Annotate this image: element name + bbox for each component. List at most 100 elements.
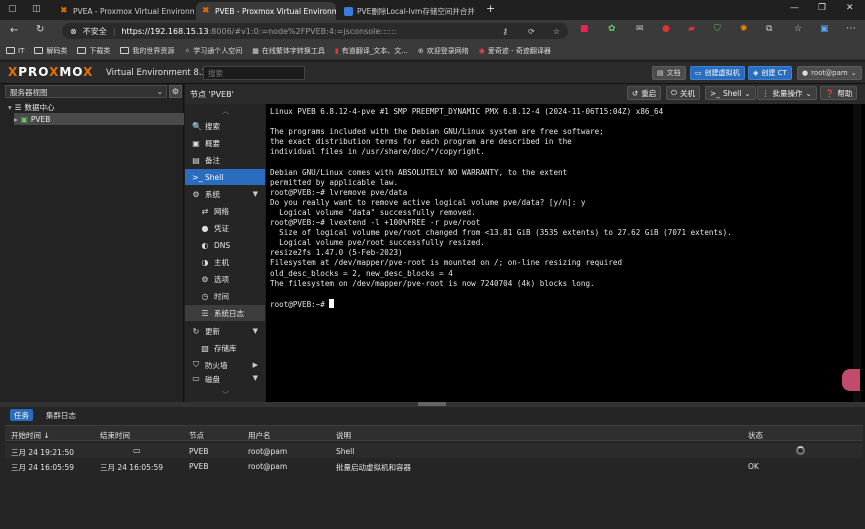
address-bar[interactable]: ⊗ 不安全 | https://192.168.15.13:8006/#v1:0… [62,23,568,39]
certificate-icon: ● [201,223,209,233]
create-vm-label: 创建虚拟机 [704,69,740,77]
collections-icon[interactable]: ▣ [820,24,829,34]
security-warning[interactable]: 不安全 [83,26,107,37]
loading-spinner-icon [796,446,805,455]
restore-button[interactable]: ❐ [818,3,826,13]
new-tab-button[interactable]: + [486,2,495,15]
reload-icon[interactable]: ↻ [36,24,44,35]
bookmark-folder[interactable]: 下载类 [77,46,110,56]
tree-item-datacenter[interactable]: ▾ ☰ 数据中心 [8,101,184,113]
menu-item-firewall[interactable]: ⛉ 防火墙 ▶ [185,357,265,373]
menu-label: 网络 [214,206,229,216]
menu-item-updates[interactable]: ↻ 更新 ▼ [185,323,265,339]
task-start: 三月 24 19:21:50 [11,448,74,457]
key-icon[interactable]: ⚷ [502,27,508,36]
scroll-up-icon[interactable]: ︿ [222,106,229,116]
menu-item-disks[interactable]: ▭ 磁盘 ▼ [185,374,265,384]
terminal-icon: >_ [710,88,721,98]
bookmark-link[interactable]: ▦ 在线繁体字转换工具 [252,46,325,56]
list-icon: ⋮ [762,88,770,98]
pve-version: Virtual Environment 8.3.0 [106,68,216,78]
scroll-down-icon[interactable]: ﹀ [222,390,229,400]
url-host: https://192.168.15.13 [121,26,209,36]
bookmark-folder[interactable]: IT [6,47,24,55]
tree-item-node[interactable]: ▸ ▣ PVEB [14,113,184,125]
mail-icon[interactable]: ✉ [636,24,644,34]
menu-item-repositories[interactable]: ▧ 存储库 [185,340,265,356]
terminal-scrollbar[interactable] [853,104,861,402]
help-button[interactable]: ❓ 帮助 [820,86,858,100]
column-description[interactable]: 说明 [336,430,351,441]
browser-profile-icon[interactable]: ▢ [8,4,17,14]
menu-item-notes[interactable]: ▤ 备注 [185,152,265,168]
back-icon[interactable]: ← [10,25,18,36]
menu-item-network[interactable]: ⇄ 网络 [185,203,265,219]
splitter-handle[interactable] [418,402,446,406]
gear-icon[interactable]: ⚙ [169,85,182,98]
extensions-icon[interactable]: ⧉ [766,24,772,34]
bulk-actions-button[interactable]: ⋮ 批量操作 ⌄ [757,86,817,100]
search-icon: 🔍 [192,121,202,131]
column-node[interactable]: 节点 [189,430,204,441]
extension-icon[interactable]: ■ [580,24,589,34]
bookmark-link[interactable]: ▮ 有道翻译_文本、文... [335,46,408,56]
extension-icon[interactable]: ✿ [608,24,616,34]
menu-label: 搜索 [205,121,220,131]
bookmark-folder[interactable]: 我的世界资源 [120,46,174,56]
bookmark-link[interactable]: ⊕ 欢迎登录网络 [418,46,469,56]
minimize-button[interactable]: — [790,3,799,13]
chevron-down-icon: ⌄ [744,88,751,98]
close-window-button[interactable]: ✕ [846,3,854,13]
shield-icon[interactable]: ⛉ [714,24,721,34]
tab-cluster-log[interactable]: 集群日志 [42,409,80,421]
browser-tab-article[interactable]: PVE删除Local-lvm存储空间并合并 ✕ [338,2,478,20]
shell-button[interactable]: >_ Shell ⌄ [705,86,756,100]
menu-item-shell[interactable]: >_ Shell [185,169,265,185]
bookmark-link[interactable]: ✧ 学习通个人空间 [184,46,242,56]
notes-icon: ▤ [192,155,200,165]
url-text[interactable]: https://192.168.15.13:8006/#v1:0:=node%2… [121,27,396,36]
column-user[interactable]: 用户名 [248,430,271,441]
column-status[interactable]: 状态 [748,430,763,441]
floating-assistant-icon[interactable] [842,369,860,391]
terminal-line: resize2fs 1.47.0 (5-Feb-2023) [270,248,403,258]
extension-icon[interactable]: ● [662,24,670,34]
refresh-page-icon[interactable]: ⟳ [528,27,535,36]
menu-item-certificates[interactable]: ● 凭证 [185,220,265,236]
menu-label: DNS [214,240,231,250]
reboot-button[interactable]: ↺ 重启 [627,86,662,100]
menu-item-time[interactable]: ◷ 时间 [185,288,265,304]
terminal-line: Do you really want to remove active logi… [270,197,586,207]
tab-actions-icon[interactable]: ◫ [32,4,41,14]
column-end-time[interactable]: 结束时间 [100,430,130,441]
menu-item-summary[interactable]: ▣ 概要 [185,135,265,151]
menu-item-hosts[interactable]: ◑ 主机 [185,254,265,270]
bookmark-link[interactable]: ◉ 爱奇迹 - 奇迹翻译器 [479,46,551,56]
menu-item-search[interactable]: 🔍 搜索 [185,118,265,134]
menu-item-dns[interactable]: ◐ DNS [185,237,265,253]
user-menu-button[interactable]: ● root@pam ⌄ [797,66,862,80]
create-vm-button[interactable]: ▭ 创建虚拟机 [690,66,745,80]
create-ct-button[interactable]: ◈ 创建 CT [748,66,792,80]
tab-tasks[interactable]: 任务 [10,409,33,421]
bookmark-star-icon[interactable]: ☆ [553,27,560,36]
menu-item-syslog[interactable]: ☰ 系统日志 [185,305,265,321]
menu-item-system[interactable]: ⚙ 系统 ▼ [185,186,265,202]
bookmark-folder[interactable]: 解码类 [34,46,67,56]
more-menu-icon[interactable]: ⋯ [846,23,856,34]
browser-tab-pvea[interactable]: ✖ PVEA - Proxmox Virtual Environm ✕ [54,2,194,20]
pve-search-input[interactable] [203,66,305,80]
menu-label: 系统 [205,189,220,199]
insecure-icon[interactable]: ⊗ [70,27,77,36]
column-start-time[interactable]: 开始时间 ↓ [11,430,50,441]
menu-item-options[interactable]: ⚙ 选项 [185,271,265,287]
extension-icon[interactable]: ✺ [740,24,748,34]
refresh-icon: ↻ [192,326,200,336]
favorites-icon[interactable]: ☆ [794,24,802,34]
docs-button[interactable]: ▤ 文档 [652,66,686,80]
shutdown-button[interactable]: ⏻ 关机 [666,86,700,100]
view-selector[interactable]: 服务器视图 ⌄ [5,85,167,98]
extension-icon[interactable]: ▰ [688,24,695,34]
browser-tab-pveb[interactable]: ✖ PVEB - Proxmox Virtual Environm ✕ [196,2,336,20]
